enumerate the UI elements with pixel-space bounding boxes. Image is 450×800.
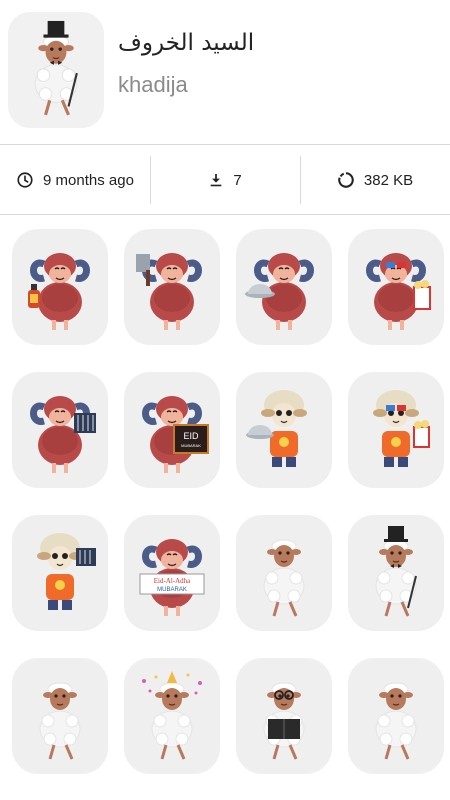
sticker-ram-eid-al-adha-banner-image: Eid-Al-Adha MUBARAK bbox=[139, 539, 205, 616]
svg-text:Eid-Al-Adha: Eid-Al-Adha bbox=[154, 577, 191, 585]
sticker-sheep-dancing[interactable] bbox=[236, 515, 332, 631]
sticker-ram-serving-tray-image bbox=[245, 253, 314, 330]
divider-top bbox=[0, 144, 450, 145]
sticker-lamb-3d-glasses-popcorn[interactable] bbox=[348, 372, 444, 488]
sticker-ram-lantern[interactable] bbox=[12, 229, 108, 345]
sticker-ram-eid-sign-image: EID MUBARAK bbox=[142, 396, 209, 473]
stat-updated: 9 months ago bbox=[0, 146, 150, 214]
sticker-sheep-walking[interactable] bbox=[12, 658, 108, 774]
sticker-lamb-3d-glasses-popcorn-image bbox=[373, 390, 430, 467]
sticker-sheep-top-hat-cane[interactable] bbox=[348, 515, 444, 631]
download-icon bbox=[208, 172, 224, 188]
sticker-ram-cleaver-image bbox=[136, 253, 202, 330]
sticker-ram-cleaver[interactable] bbox=[124, 229, 220, 345]
divider-bottom bbox=[0, 214, 450, 215]
svg-text:MUBARAK: MUBARAK bbox=[157, 587, 187, 593]
sheep-top-hat-icon bbox=[8, 12, 104, 128]
svg-text:EID: EID bbox=[183, 431, 199, 441]
pack-author: khadija bbox=[118, 72, 188, 97]
sticker-sheep-party-image bbox=[142, 671, 202, 760]
sticker-ram-lantern-image bbox=[28, 253, 90, 330]
clock-icon bbox=[16, 171, 34, 189]
pack-title: السيد الخروف bbox=[118, 30, 255, 56]
stat-downloads: 7 bbox=[150, 146, 300, 214]
size-label: 382 KB bbox=[363, 171, 414, 189]
sticker-ram-3d-glasses-popcorn-image bbox=[366, 253, 431, 330]
sticker-sheep-reading-book-image bbox=[263, 682, 305, 760]
sticker-sheep-party[interactable] bbox=[124, 658, 220, 774]
sticker-ram-3d-glasses-popcorn[interactable] bbox=[348, 229, 444, 345]
sticker-lamb-serving-tray-image bbox=[246, 390, 307, 467]
sticker-lamb-grill[interactable] bbox=[12, 515, 108, 631]
sticker-ram-eid-sign[interactable]: EID MUBARAK bbox=[124, 372, 220, 488]
pack-stats: 9 months ago 7 382 KB bbox=[0, 146, 450, 214]
sticker-ram-grill-image bbox=[30, 396, 96, 473]
sticker-sheep-reading-book[interactable] bbox=[236, 658, 332, 774]
downloads-label: 7 bbox=[233, 171, 242, 189]
sticker-sheep-dancing-image bbox=[263, 539, 305, 617]
sticker-lamb-serving-tray[interactable] bbox=[236, 372, 332, 488]
sticker-ram-eid-al-adha-banner[interactable]: Eid-Al-Adha MUBARAK bbox=[124, 515, 220, 631]
sticker-ram-serving-tray[interactable] bbox=[236, 229, 332, 345]
sticker-sheep-top-hat-cane-image bbox=[375, 526, 417, 617]
pack-header: السيد الخروف khadija bbox=[0, 0, 450, 145]
updated-label: 9 months ago bbox=[43, 171, 134, 189]
svg-text:MUBARAK: MUBARAK bbox=[181, 443, 201, 448]
sticker-sheep-walking-image bbox=[39, 682, 81, 760]
sticker-sheep-running[interactable] bbox=[348, 658, 444, 774]
sticker-ram-grill[interactable] bbox=[12, 372, 108, 488]
storage-icon bbox=[337, 171, 355, 189]
sticker-sheep-running-image bbox=[375, 682, 417, 760]
sticker-lamb-grill-image bbox=[37, 533, 96, 610]
sticker-grid: EID MUBARAK Eid-Al-Adha MUBARAK bbox=[12, 229, 444, 774]
stat-size: 382 KB bbox=[300, 146, 450, 214]
